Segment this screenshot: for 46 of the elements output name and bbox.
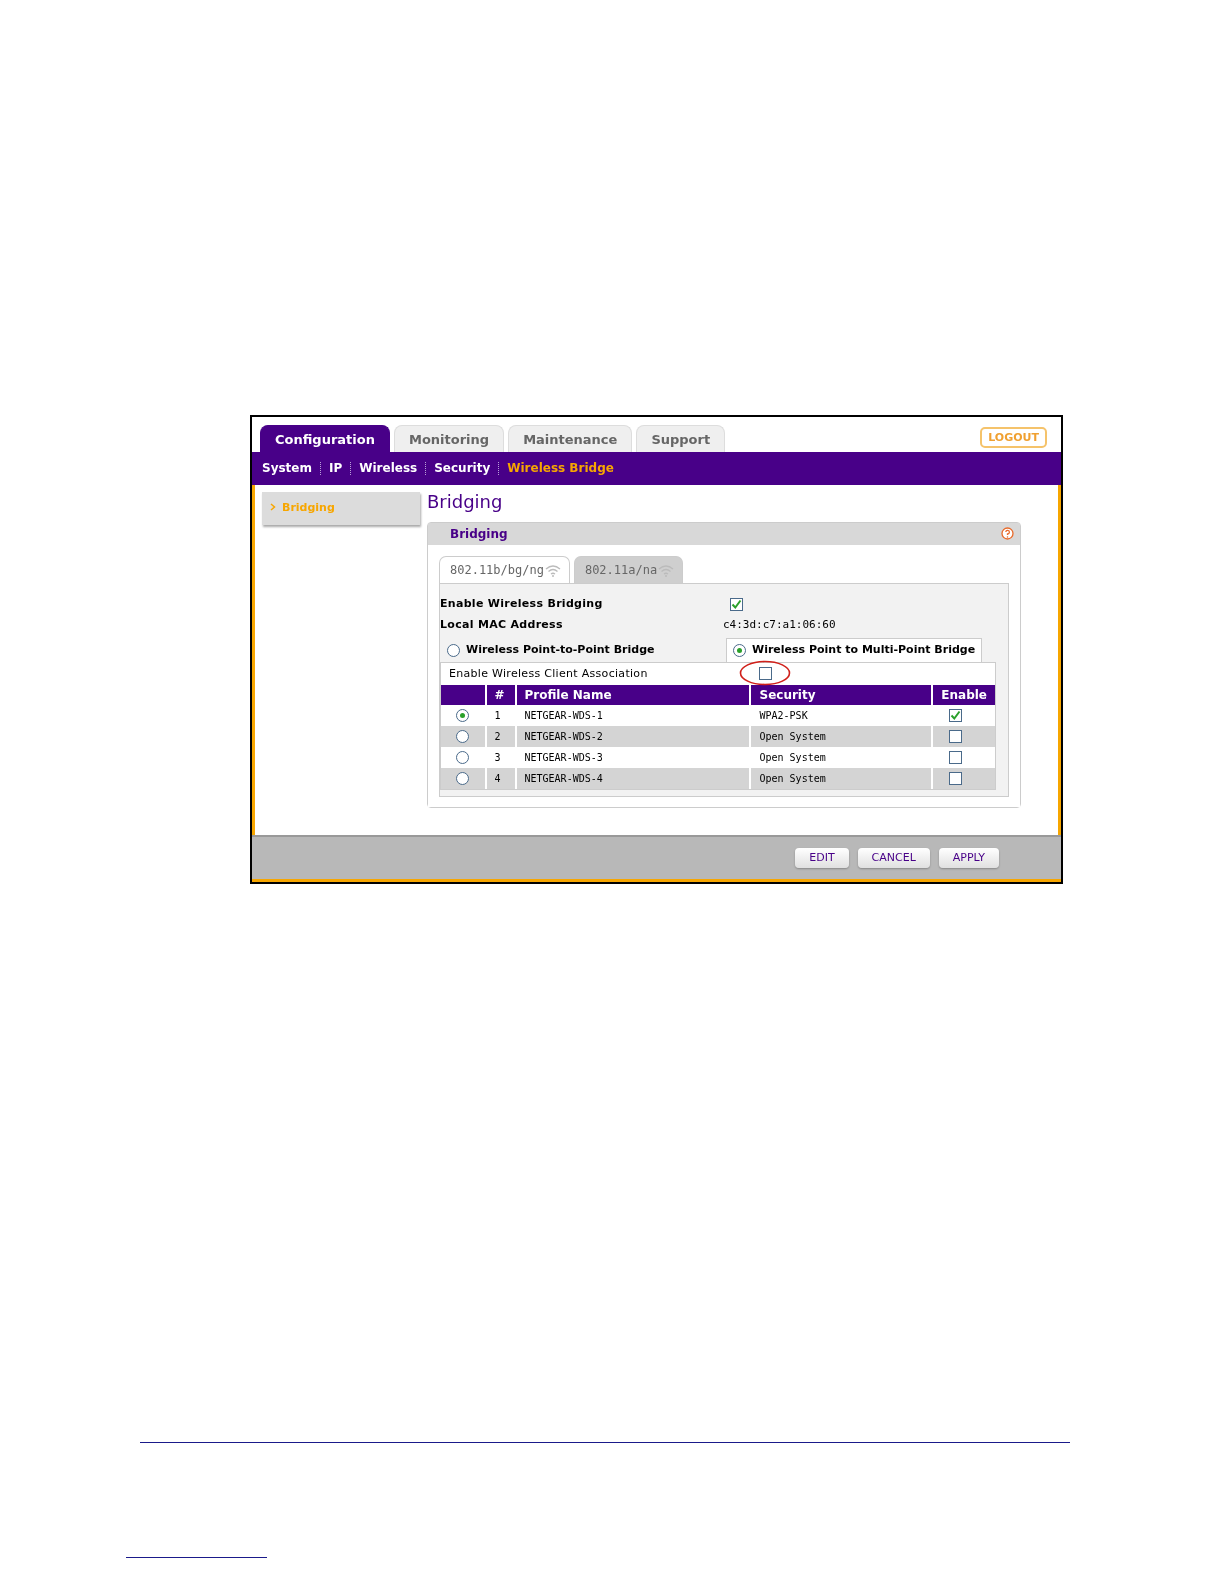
checkbox[interactable] — [949, 709, 963, 723]
nav-tab[interactable]: Monitoring — [393, 425, 505, 452]
checkbox[interactable] — [759, 667, 772, 681]
action-button[interactable]: CANCEL — [857, 847, 930, 869]
mode-option[interactable]: Wireless Point to Multi-Point Bridge — [726, 638, 983, 662]
radio-button[interactable] — [456, 772, 470, 786]
table-cell: 2 — [485, 725, 516, 747]
checkbox[interactable] — [949, 772, 963, 786]
nav-tab[interactable]: Configuration — [260, 425, 390, 452]
column-header: Profile Name — [515, 684, 751, 705]
checkbox[interactable] — [949, 730, 963, 744]
radio-button[interactable] — [733, 644, 746, 658]
field-label: Enable Wireless Client Association — [448, 665, 649, 682]
submenu-link[interactable]: IP — [320, 461, 351, 476]
radio-button[interactable] — [456, 751, 470, 765]
page-heading: Bridging — [427, 491, 504, 513]
nav-tab[interactable]: Support — [636, 425, 726, 452]
table-cell: NETGEAR-WDS-2 — [515, 725, 751, 747]
submenu-link[interactable]: System — [262, 461, 320, 476]
column-header: Security — [750, 684, 933, 705]
table-cell: NETGEAR-WDS-4 — [515, 767, 751, 789]
wifi-icon — [544, 564, 561, 577]
action-button[interactable]: EDIT — [795, 847, 849, 869]
nav-tab[interactable]: Maintenance — [508, 425, 633, 452]
checkbox[interactable] — [730, 597, 743, 611]
radio-button[interactable] — [447, 644, 460, 658]
table-cell: Open System — [750, 767, 933, 789]
help-icon[interactable] — [1001, 527, 1014, 541]
radio-button[interactable] — [456, 709, 470, 723]
submenu-link[interactable]: Security — [425, 461, 499, 476]
submenu-link[interactable]: Wireless — [350, 461, 426, 476]
table-cell: 4 — [485, 767, 516, 789]
table-cell: Open System — [750, 725, 933, 747]
action-button[interactable]: APPLY — [938, 847, 999, 869]
mode-option[interactable]: Wireless Point-to-Point Bridge — [440, 638, 726, 662]
checkbox[interactable] — [949, 751, 963, 765]
column-header: # — [485, 684, 516, 705]
band-tab[interactable]: 802.11b/bg/ng — [439, 555, 570, 583]
radio-button[interactable] — [456, 730, 470, 744]
column-header: Enable — [932, 684, 995, 705]
mac-address-value: c4:3d:c7:a1:06:60 — [723, 617, 836, 634]
field-label: Enable Wireless Bridging — [440, 596, 604, 613]
chevron-icon — [270, 503, 276, 511]
panel-title: Bridging — [450, 525, 508, 543]
band-tab[interactable]: 802.11a/na — [573, 555, 684, 583]
submenu-link[interactable]: Wireless Bridge — [498, 461, 622, 476]
